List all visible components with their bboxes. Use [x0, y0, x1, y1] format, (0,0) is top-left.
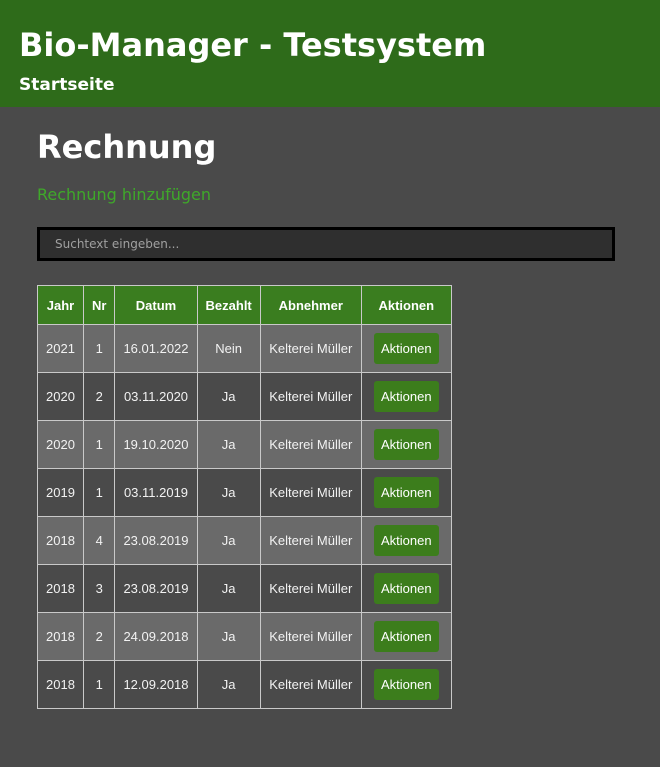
cell-nr: 1 — [82, 324, 116, 373]
actions-button[interactable]: Aktionen — [373, 573, 439, 604]
table-row: 2018 2 24.09.2018 Ja Kelterei Müller Akt… — [37, 612, 452, 661]
cell-datum: 03.11.2020 — [114, 372, 198, 421]
table-row: 2019 1 03.11.2019 Ja Kelterei Müller Akt… — [37, 468, 452, 517]
cell-jahr: 2021 — [37, 324, 84, 373]
page-title: Rechnung — [37, 128, 217, 166]
cell-abnehmer: Kelterei Müller — [259, 468, 362, 517]
invoice-table: Jahr Nr Datum Bezahlt Abnehmer Aktionen … — [37, 285, 452, 709]
cell-aktionen: Aktionen — [360, 564, 452, 613]
cell-abnehmer: Kelterei Müller — [259, 564, 362, 613]
cell-datum: 12.09.2018 — [114, 660, 198, 709]
cell-nr: 1 — [82, 468, 116, 517]
column-header-nr[interactable]: Nr — [82, 285, 116, 325]
cell-bezahlt: Ja — [196, 660, 261, 709]
actions-button[interactable]: Aktionen — [373, 525, 439, 556]
column-header-aktionen: Aktionen — [360, 285, 452, 325]
actions-button[interactable]: Aktionen — [373, 621, 439, 652]
cell-datum: 16.01.2022 — [114, 324, 198, 373]
cell-jahr: 2018 — [37, 660, 84, 709]
add-invoice-link[interactable]: Rechnung hinzufügen — [37, 185, 211, 204]
cell-jahr: 2020 — [37, 372, 84, 421]
cell-abnehmer: Kelterei Müller — [259, 660, 362, 709]
cell-datum: 23.08.2019 — [114, 516, 198, 565]
nav-link-startseite[interactable]: Startseite — [19, 75, 114, 95]
search-input[interactable] — [37, 227, 615, 261]
cell-nr: 1 — [82, 420, 116, 469]
cell-nr: 2 — [82, 612, 116, 661]
cell-jahr: 2018 — [37, 612, 84, 661]
actions-button[interactable]: Aktionen — [373, 429, 439, 460]
table-header-row: Jahr Nr Datum Bezahlt Abnehmer Aktionen — [37, 285, 452, 325]
column-header-abnehmer[interactable]: Abnehmer — [259, 285, 362, 325]
column-header-bezahlt[interactable]: Bezahlt — [196, 285, 261, 325]
cell-jahr: 2018 — [37, 564, 84, 613]
main-content: Rechnung Rechnung hinzufügen Jahr Nr Dat… — [0, 107, 660, 709]
cell-aktionen: Aktionen — [360, 468, 452, 517]
table-row: 2018 3 23.08.2019 Ja Kelterei Müller Akt… — [37, 564, 452, 613]
cell-jahr: 2020 — [37, 420, 84, 469]
cell-jahr: 2019 — [37, 468, 84, 517]
cell-bezahlt: Ja — [196, 420, 261, 469]
app-header: Bio-Manager - Testsystem Startseite — [0, 0, 660, 107]
cell-bezahlt: Ja — [196, 372, 261, 421]
cell-abnehmer: Kelterei Müller — [259, 612, 362, 661]
column-header-datum[interactable]: Datum — [114, 285, 198, 325]
cell-nr: 4 — [82, 516, 116, 565]
cell-bezahlt: Ja — [196, 516, 261, 565]
cell-aktionen: Aktionen — [360, 324, 452, 373]
cell-bezahlt: Ja — [196, 612, 261, 661]
cell-abnehmer: Kelterei Müller — [259, 420, 362, 469]
cell-bezahlt: Nein — [196, 324, 261, 373]
cell-aktionen: Aktionen — [360, 420, 452, 469]
cell-bezahlt: Ja — [196, 564, 261, 613]
cell-abnehmer: Kelterei Müller — [259, 372, 362, 421]
table-row: 2018 1 12.09.2018 Ja Kelterei Müller Akt… — [37, 660, 452, 709]
cell-abnehmer: Kelterei Müller — [259, 324, 362, 373]
actions-button[interactable]: Aktionen — [373, 381, 439, 412]
actions-button[interactable]: Aktionen — [373, 669, 439, 700]
cell-aktionen: Aktionen — [360, 660, 452, 709]
cell-bezahlt: Ja — [196, 468, 261, 517]
column-header-jahr[interactable]: Jahr — [37, 285, 84, 325]
app-title: Bio-Manager - Testsystem — [19, 26, 487, 64]
cell-aktionen: Aktionen — [360, 372, 452, 421]
actions-button[interactable]: Aktionen — [373, 333, 439, 364]
cell-datum: 19.10.2020 — [114, 420, 198, 469]
table-row: 2018 4 23.08.2019 Ja Kelterei Müller Akt… — [37, 516, 452, 565]
cell-datum: 23.08.2019 — [114, 564, 198, 613]
cell-datum: 03.11.2019 — [114, 468, 198, 517]
cell-aktionen: Aktionen — [360, 612, 452, 661]
cell-aktionen: Aktionen — [360, 516, 452, 565]
cell-nr: 2 — [82, 372, 116, 421]
table-row: 2020 2 03.11.2020 Ja Kelterei Müller Akt… — [37, 372, 452, 421]
cell-datum: 24.09.2018 — [114, 612, 198, 661]
table-row: 2020 1 19.10.2020 Ja Kelterei Müller Akt… — [37, 420, 452, 469]
cell-abnehmer: Kelterei Müller — [259, 516, 362, 565]
table-row: 2021 1 16.01.2022 Nein Kelterei Müller A… — [37, 324, 452, 373]
cell-nr: 1 — [82, 660, 116, 709]
actions-button[interactable]: Aktionen — [373, 477, 439, 508]
cell-nr: 3 — [82, 564, 116, 613]
cell-jahr: 2018 — [37, 516, 84, 565]
